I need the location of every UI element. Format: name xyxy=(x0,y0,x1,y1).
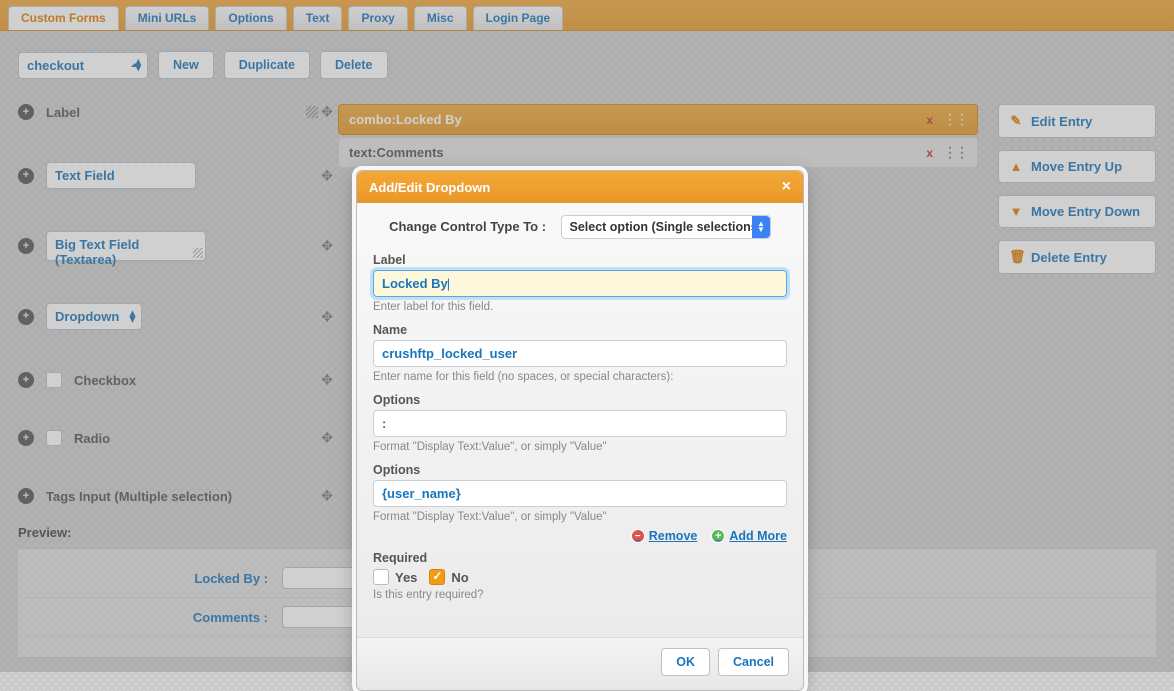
options-label-1: Options xyxy=(373,393,787,407)
modal-title: Add/Edit Dropdown xyxy=(369,180,490,195)
option1-value: : xyxy=(382,416,386,431)
option2-value: {user_name} xyxy=(382,486,461,501)
change-type-row: Change Control Type To : Select option (… xyxy=(373,215,787,239)
option-input-2[interactable]: {user_name} xyxy=(373,480,787,507)
remove-option-link[interactable]: − Remove xyxy=(631,529,698,543)
label-value: Locked By xyxy=(382,276,448,291)
change-type-select[interactable]: Select option (Single selections) ▲▼ xyxy=(561,215,771,239)
add-icon: + xyxy=(711,529,725,543)
required-label: Required xyxy=(373,551,787,565)
name-value: crushftp_locked_user xyxy=(382,346,517,361)
remove-label: Remove xyxy=(649,529,698,543)
button-label: Cancel xyxy=(733,655,774,669)
add-more-option-link[interactable]: + Add More xyxy=(711,529,787,543)
change-type-value: Select option (Single selections) xyxy=(570,220,762,234)
name-input[interactable]: crushftp_locked_user xyxy=(373,340,787,367)
remove-icon: − xyxy=(631,529,645,543)
add-more-label: Add More xyxy=(729,529,787,543)
label-input[interactable]: Locked By xyxy=(373,270,787,297)
required-yes-checkbox[interactable] xyxy=(373,569,389,585)
option-input-1[interactable]: : xyxy=(373,410,787,437)
options-label-2: Options xyxy=(373,463,787,477)
name-help: Enter name for this field (no spaces, or… xyxy=(373,371,787,383)
options-help-1: Format "Display Text:Value", or simply "… xyxy=(373,441,787,453)
select-arrows-icon: ▲▼ xyxy=(752,216,770,238)
close-icon[interactable]: × xyxy=(782,178,791,196)
required-help: Is this entry required? xyxy=(373,589,787,601)
change-type-label: Change Control Type To : xyxy=(389,219,546,234)
label-help: Enter label for this field. xyxy=(373,301,787,313)
label-label: Label xyxy=(373,253,787,267)
edit-dropdown-modal: Add/Edit Dropdown × Change Control Type … xyxy=(356,170,804,691)
required-no-checkbox[interactable] xyxy=(429,569,445,585)
modal-header: Add/Edit Dropdown × xyxy=(357,171,803,203)
options-help-2: Format "Display Text:Value", or simply "… xyxy=(373,511,787,523)
yes-label: Yes xyxy=(395,570,417,585)
name-label: Name xyxy=(373,323,787,337)
no-label: No xyxy=(451,570,468,585)
button-label: OK xyxy=(676,655,695,669)
